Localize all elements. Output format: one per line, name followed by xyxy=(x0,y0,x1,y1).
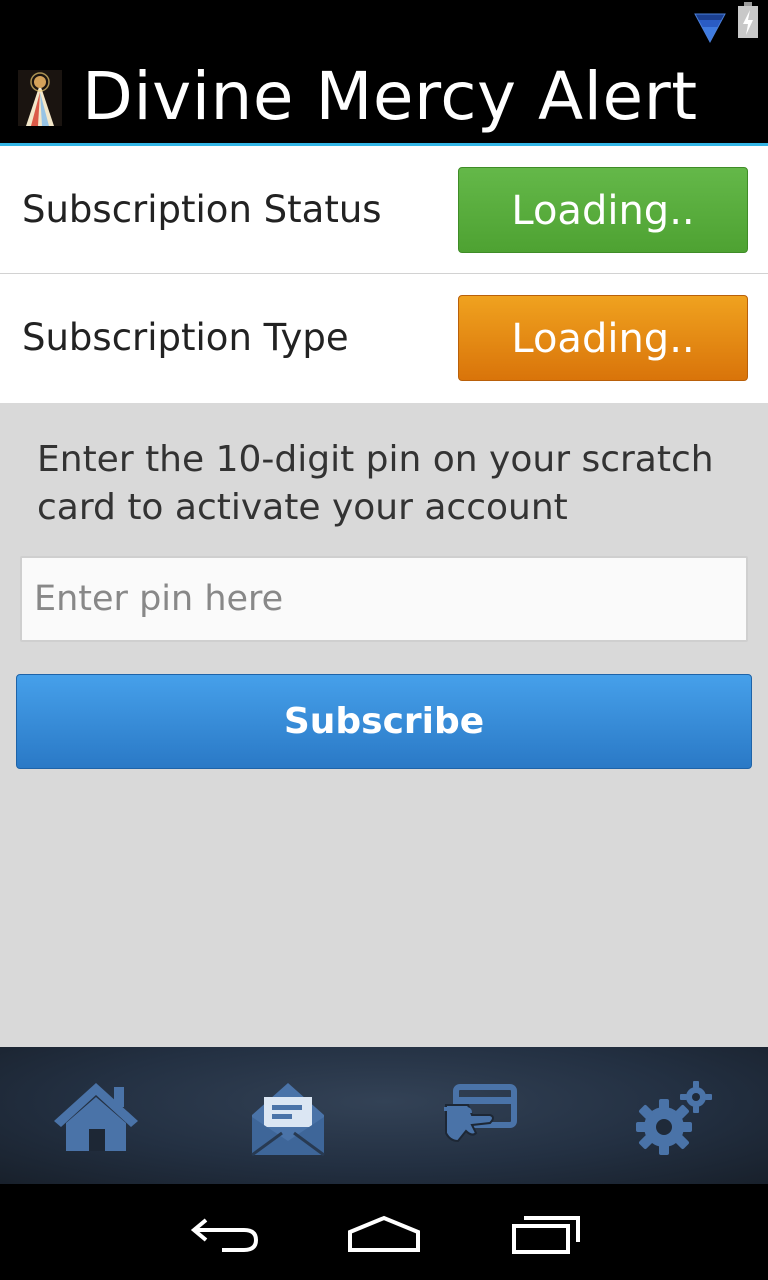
subscription-type-label: Subscription Type xyxy=(22,316,349,359)
home-icon[interactable] xyxy=(48,1075,144,1159)
home-icon[interactable] xyxy=(346,1210,422,1256)
payment-card-icon[interactable] xyxy=(432,1075,528,1159)
messages-icon[interactable] xyxy=(240,1075,336,1159)
status-bar xyxy=(0,0,768,50)
subscription-status-badge[interactable]: Loading.. xyxy=(458,167,748,253)
app-title: Divine Mercy Alert xyxy=(82,58,698,135)
action-bar: Divine Mercy Alert xyxy=(0,50,768,144)
pin-input[interactable] xyxy=(20,556,748,642)
system-navigation-bar xyxy=(0,1184,768,1280)
settings-icon[interactable] xyxy=(624,1075,720,1159)
subscription-status-row: Subscription Status Loading.. xyxy=(0,146,768,274)
recents-icon[interactable] xyxy=(508,1210,584,1256)
subscribe-button[interactable]: Subscribe xyxy=(16,674,752,769)
battery-charging-icon xyxy=(738,2,758,38)
activation-instruction: Enter the 10-digit pin on your scratch c… xyxy=(37,439,714,528)
bottom-navigation xyxy=(0,1047,768,1184)
subscription-type-row: Subscription Type Loading.. xyxy=(0,274,768,403)
subscription-type-badge[interactable]: Loading.. xyxy=(458,295,748,381)
main-content: Subscription Status Loading.. Subscripti… xyxy=(0,146,768,1047)
divine-mercy-logo-icon xyxy=(18,70,62,126)
back-icon[interactable] xyxy=(186,1210,262,1256)
wifi-signal-icon xyxy=(694,13,726,44)
subscription-status-label: Subscription Status xyxy=(22,188,382,231)
